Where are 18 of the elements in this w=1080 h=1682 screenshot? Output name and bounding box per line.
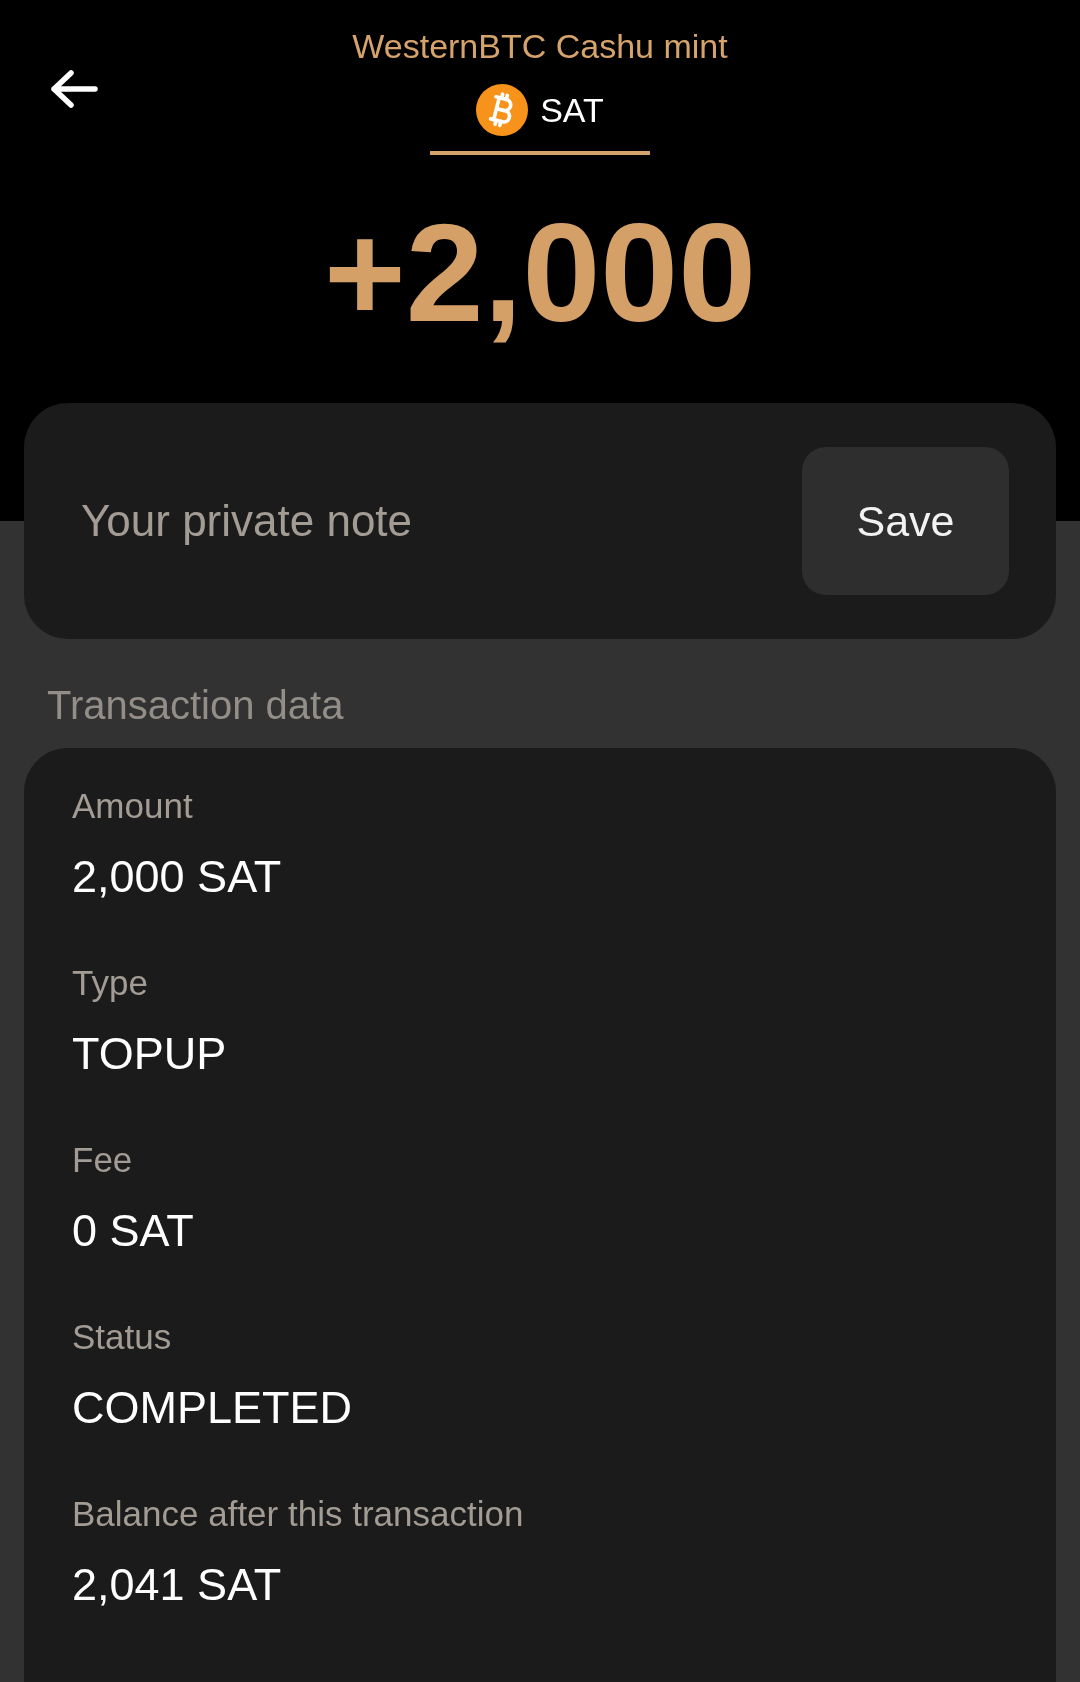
detail-label: Amount bbox=[72, 785, 193, 827]
mint-name: WesternBTC Cashu mint bbox=[352, 26, 728, 67]
transaction-amount: +2,000 bbox=[323, 203, 757, 343]
detail-label: Fee bbox=[72, 1139, 133, 1181]
save-button[interactable]: Save bbox=[802, 447, 1009, 595]
detail-value: 2,041 SAT bbox=[72, 1558, 282, 1612]
section-title: Transaction data bbox=[47, 682, 344, 729]
detail-value: TOPUP bbox=[72, 1027, 227, 1081]
detail-value: COMPLETED bbox=[72, 1381, 353, 1435]
detail-label: Status bbox=[72, 1316, 172, 1358]
bitcoin-icon bbox=[476, 84, 529, 136]
detail-value: 0 SAT bbox=[72, 1204, 194, 1258]
unit-tab[interactable]: SAT bbox=[430, 84, 650, 155]
detail-value: 2,000 SAT bbox=[72, 850, 282, 904]
detail-label: Type bbox=[72, 962, 148, 1004]
note-input-field[interactable]: Your private note Save bbox=[24, 403, 1056, 639]
back-arrow-icon bbox=[50, 68, 98, 109]
detail-label: Balance after this transaction bbox=[72, 1493, 524, 1535]
